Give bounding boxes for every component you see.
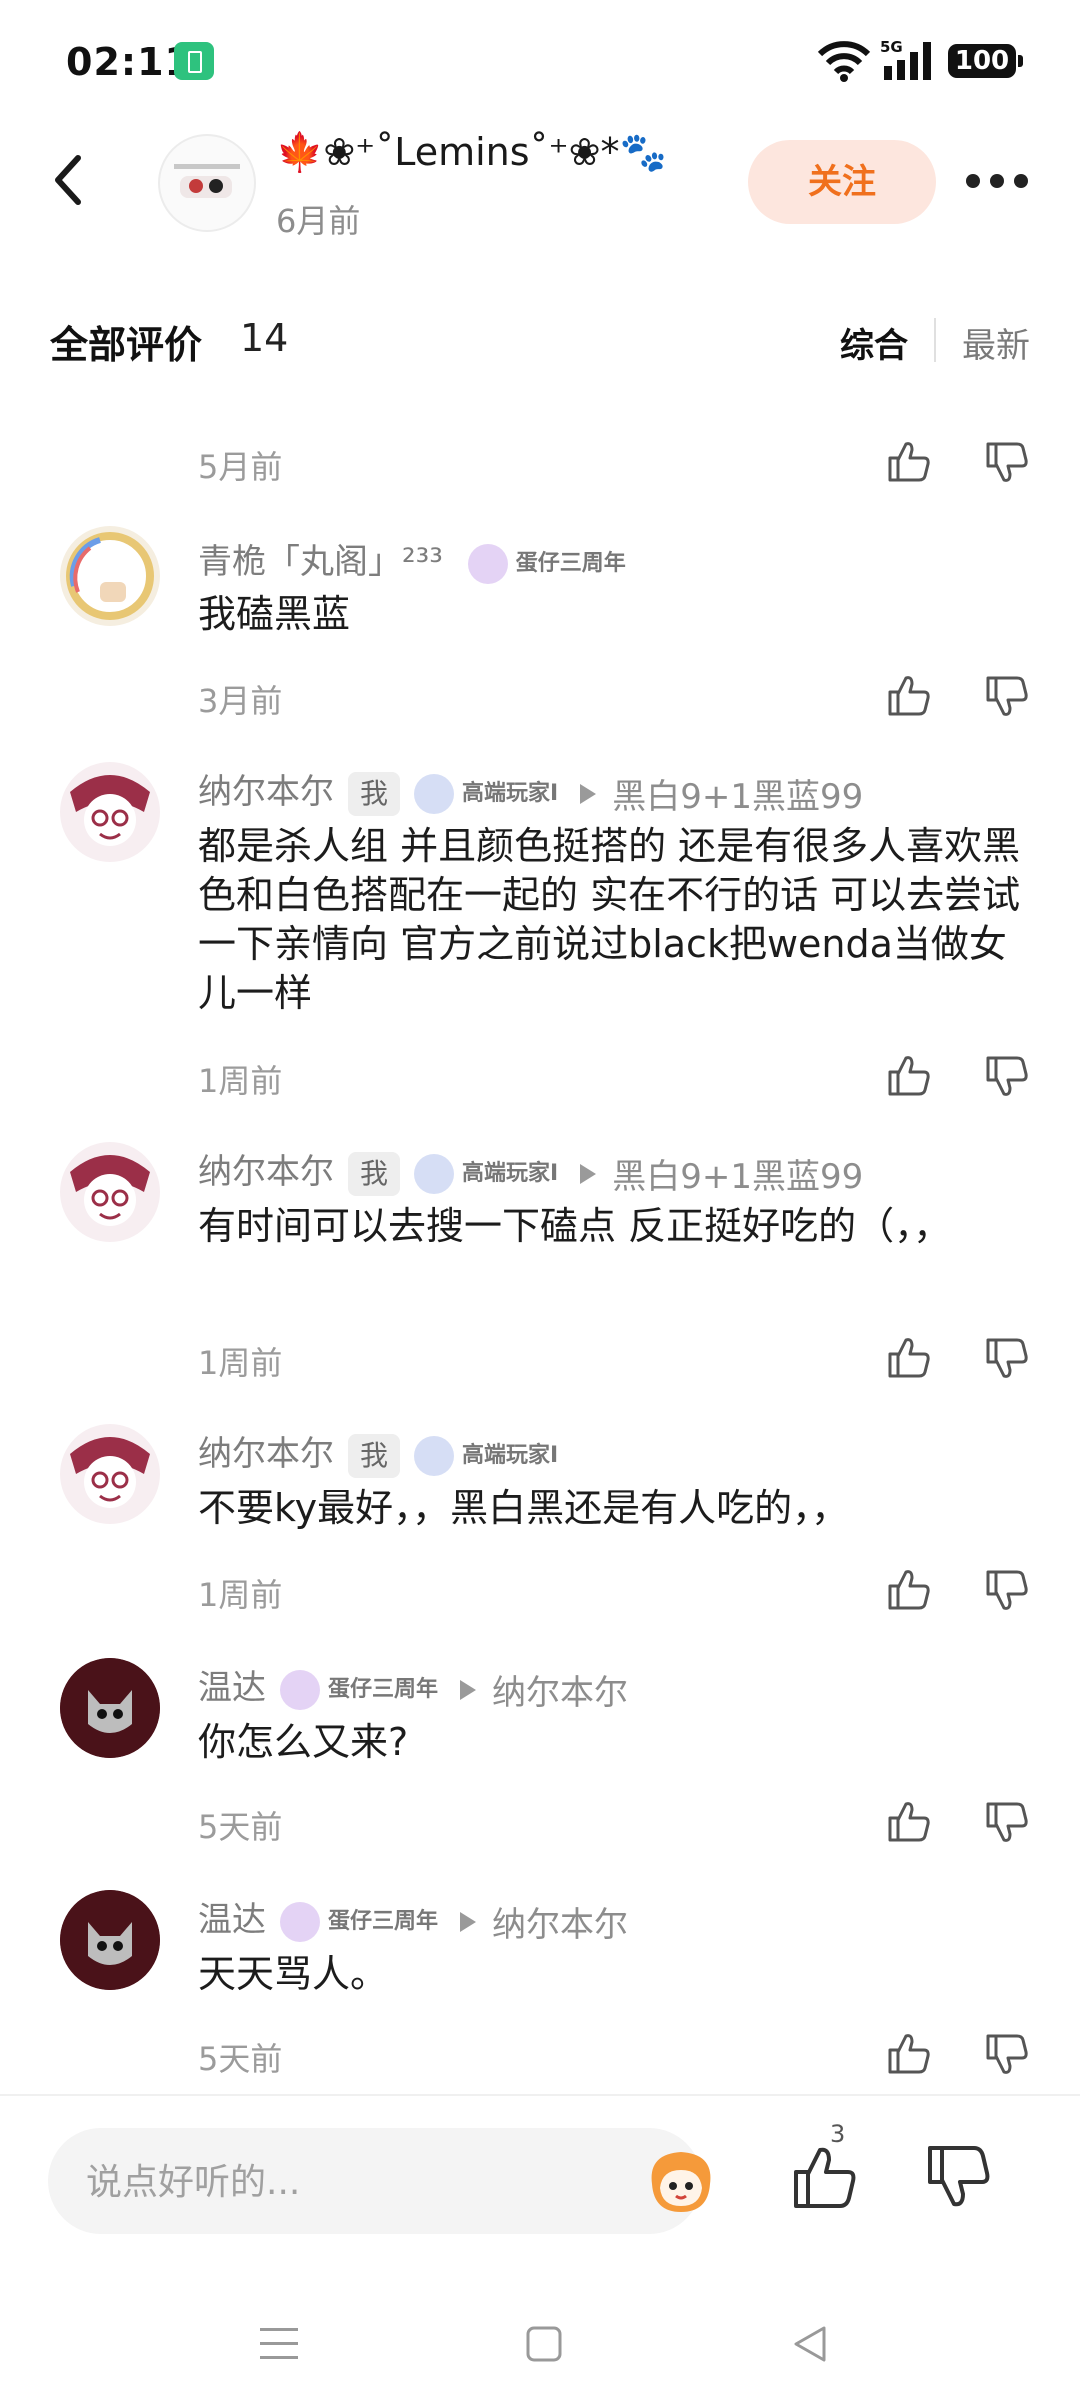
- author-avatar-image: [174, 164, 240, 198]
- home-nav-icon[interactable]: [524, 2324, 564, 2364]
- reply-target[interactable]: 纳尔本尔: [492, 1905, 628, 1945]
- reply-target[interactable]: 黑白9+1黑蓝99: [612, 777, 863, 817]
- medal-label: 蛋仔三周年: [515, 550, 626, 576]
- comment-author[interactable]: 纳尔本尔我 高端玩家I 黑白9+1黑蓝99: [198, 1144, 863, 1198]
- wifi-icon: [817, 41, 871, 82]
- comment-author[interactable]: 纳尔本尔我 高端玩家I 黑白9+1黑蓝99: [198, 764, 863, 818]
- emoji-mascot-icon[interactable]: [642, 2144, 720, 2218]
- comment-author[interactable]: 温达 蛋仔三周年 纳尔本尔: [198, 1892, 628, 1946]
- bottom-dislike-icon[interactable]: [924, 2142, 994, 2212]
- like-icon[interactable]: [886, 672, 932, 718]
- bottom-like-count: 3: [830, 2120, 846, 2148]
- reply-target[interactable]: 纳尔本尔: [492, 1673, 628, 1713]
- network-type-label: 5G: [880, 38, 903, 56]
- sort-tab-new[interactable]: 最新: [962, 318, 1030, 367]
- reply-arrow-icon: [580, 1163, 597, 1184]
- me-badge: 我: [348, 1151, 401, 1196]
- more-icon[interactable]: [962, 170, 1032, 194]
- comment-text: 天天骂人。: [198, 1952, 389, 1996]
- author-avatar[interactable]: [158, 134, 256, 232]
- me-badge: 我: [348, 1433, 401, 1478]
- like-icon[interactable]: [886, 1798, 932, 1844]
- comment-text: 都是杀人组 并且颜色挺搭的 还是有很多人喜欢黑色和白色搭配在一起的 实在不行的话…: [198, 824, 1021, 1015]
- comment-text: 有时间可以去搜一下磕点 反正挺好吃的（，，: [198, 1204, 952, 1248]
- comment-author[interactable]: 纳尔本尔我 高端玩家I: [198, 1426, 558, 1478]
- comment-time: 3月前: [198, 682, 283, 720]
- reviews-count: 14: [240, 316, 289, 360]
- menu-nav-icon[interactable]: [258, 2324, 300, 2364]
- comment-author-name: 纳尔本尔: [198, 1152, 334, 1192]
- comment-input-container[interactable]: [48, 2128, 711, 2236]
- medal-label: 高端玩家I: [462, 1442, 559, 1468]
- comment-time: 1周前: [198, 1344, 283, 1382]
- comment-time: 1周前: [198, 1576, 283, 1614]
- dislike-icon[interactable]: [984, 1054, 1030, 1100]
- comment-author-name: 温达: [198, 1668, 266, 1708]
- comment-text: 我磕黑蓝: [198, 592, 351, 636]
- comment-time: 5天前: [198, 1808, 283, 1846]
- me-badge: 我: [348, 771, 401, 816]
- reply-arrow-icon: [460, 1911, 477, 1932]
- sort-tab-hot[interactable]: 综合: [840, 318, 908, 367]
- commenter-avatar[interactable]: [60, 1424, 160, 1524]
- dislike-icon[interactable]: [984, 440, 1030, 486]
- signal-icon: 5G: [880, 38, 931, 80]
- like-icon[interactable]: [886, 2030, 932, 2076]
- author-name[interactable]: 🍁❀⁺˚Lemins˚⁺❀*🐾: [276, 130, 667, 175]
- like-icon[interactable]: [886, 438, 932, 484]
- back-icon[interactable]: [44, 150, 94, 210]
- comment-author-name: 纳尔本尔: [198, 772, 334, 812]
- commenter-avatar[interactable]: [60, 1142, 160, 1242]
- medal-badge: 蛋仔三周年: [280, 1669, 439, 1710]
- like-icon[interactable]: [886, 1052, 932, 1098]
- medal-badge: 高端玩家I: [414, 1153, 559, 1194]
- medal-label: 蛋仔三周年: [328, 1908, 439, 1934]
- comment-text: 不要ky最好，，黑白黑还是有人吃的，，: [198, 1486, 850, 1530]
- medal-badge: 蛋仔三周年: [467, 543, 626, 584]
- commenter-avatar[interactable]: [60, 1890, 160, 1990]
- follow-button[interactable]: 关注: [748, 140, 936, 224]
- comment-input[interactable]: [84, 2128, 608, 2236]
- dislike-icon[interactable]: [984, 674, 1030, 720]
- dislike-icon[interactable]: [984, 2032, 1030, 2078]
- author-post-time: 6月前: [276, 202, 361, 240]
- comment-time: 5月前: [198, 448, 283, 486]
- battery-saver-icon: [174, 42, 214, 80]
- comment-author[interactable]: 青桅「丸阁」²³³ 蛋仔三周年: [198, 534, 626, 584]
- battery-icon: 100: [948, 44, 1023, 78]
- bottom-divider: [0, 2094, 1080, 2096]
- medal-badge: 蛋仔三周年: [280, 1901, 439, 1942]
- reply-arrow-icon: [580, 783, 597, 804]
- dislike-icon[interactable]: [984, 1568, 1030, 1614]
- reply-target[interactable]: 黑白9+1黑蓝99: [612, 1157, 863, 1197]
- comment-time: 5天前: [198, 2040, 283, 2078]
- dislike-icon[interactable]: [984, 1336, 1030, 1382]
- reviews-title: 全部评价: [50, 323, 203, 367]
- status-bar: 02:11 5G 100: [0, 0, 1080, 120]
- commenter-avatar[interactable]: [60, 526, 160, 626]
- medal-label: 高端玩家I: [462, 1160, 559, 1186]
- like-icon[interactable]: [886, 1566, 932, 1612]
- bottom-like-icon[interactable]: [790, 2142, 860, 2212]
- medal-label: 蛋仔三周年: [328, 1676, 439, 1702]
- commenter-avatar[interactable]: [60, 1658, 160, 1758]
- comment-author[interactable]: 温达 蛋仔三周年 纳尔本尔: [198, 1660, 628, 1714]
- reply-arrow-icon: [460, 1679, 477, 1700]
- dislike-icon[interactable]: [984, 1800, 1030, 1846]
- comment-author-name: 纳尔本尔: [198, 1434, 334, 1474]
- like-icon[interactable]: [886, 1334, 932, 1380]
- comment-time: 1周前: [198, 1062, 283, 1100]
- comment-author-name: 温达: [198, 1900, 266, 1940]
- commenter-avatar[interactable]: [60, 762, 160, 862]
- comment-author-name: 青桅「丸阁」²³³: [198, 542, 443, 582]
- medal-badge: 高端玩家I: [414, 773, 559, 814]
- back-nav-icon[interactable]: [790, 2324, 830, 2364]
- system-nav-bar: [0, 2290, 1080, 2400]
- sort-divider: [934, 318, 936, 362]
- medal-badge: 高端玩家I: [414, 1435, 559, 1476]
- comment-text: 你怎么又来?: [198, 1720, 409, 1764]
- medal-label: 高端玩家I: [462, 780, 559, 806]
